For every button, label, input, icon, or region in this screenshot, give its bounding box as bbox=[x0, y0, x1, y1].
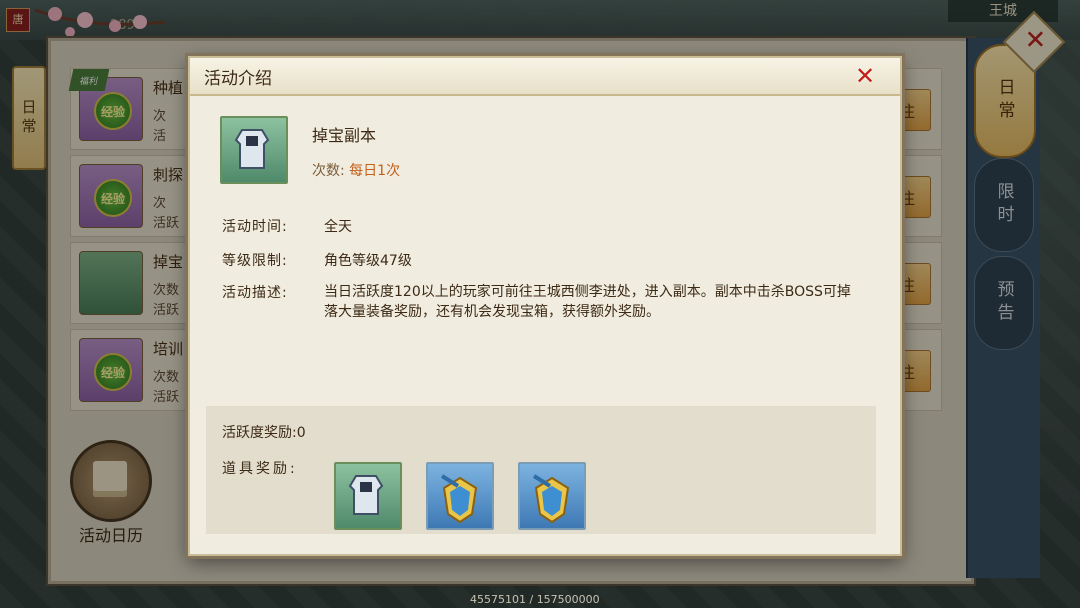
desc-label: 活动描述: bbox=[222, 285, 288, 301]
desc-value: 当日活跃度120以上的玩家可前往王城西侧李进处，进入副本。副本中击杀BOSS可掉… bbox=[324, 284, 851, 320]
close-icon[interactable]: ✕ bbox=[850, 62, 880, 90]
exp-counter: 45575101 / 157500000 bbox=[470, 593, 600, 606]
armor-icon bbox=[220, 116, 288, 184]
time-label: 活动时间: bbox=[222, 219, 288, 235]
armor-icon[interactable] bbox=[334, 462, 402, 530]
level-label: 等级限制: bbox=[222, 253, 288, 269]
item-reward-label: 道具奖励: bbox=[222, 461, 298, 477]
level-value: 角色等级47级 bbox=[324, 253, 412, 269]
count-value: 每日1次 bbox=[349, 163, 401, 179]
active-reward-line: 活跃度奖励:0 bbox=[222, 422, 306, 442]
time-value: 全天 bbox=[324, 219, 352, 235]
active-reward-label: 活跃度奖励: bbox=[222, 425, 297, 441]
dungeon-name: 掉宝副本 bbox=[312, 126, 377, 145]
amulet-icon[interactable] bbox=[426, 462, 494, 530]
dialog-title: 活动介绍 bbox=[204, 69, 272, 89]
count-label: 次数: bbox=[312, 163, 345, 179]
dialog-title-bar: 活动介绍 ✕ bbox=[190, 58, 900, 96]
count-line: 次数: 每日1次 bbox=[312, 160, 400, 180]
activity-intro-dialog: 活动介绍 ✕ 掉宝副本 次数: 每日1次 活动时间: 全天 等级限制: 角色等级… bbox=[188, 56, 902, 556]
amulet-icon[interactable] bbox=[518, 462, 586, 530]
active-reward-value: 0 bbox=[296, 425, 306, 441]
